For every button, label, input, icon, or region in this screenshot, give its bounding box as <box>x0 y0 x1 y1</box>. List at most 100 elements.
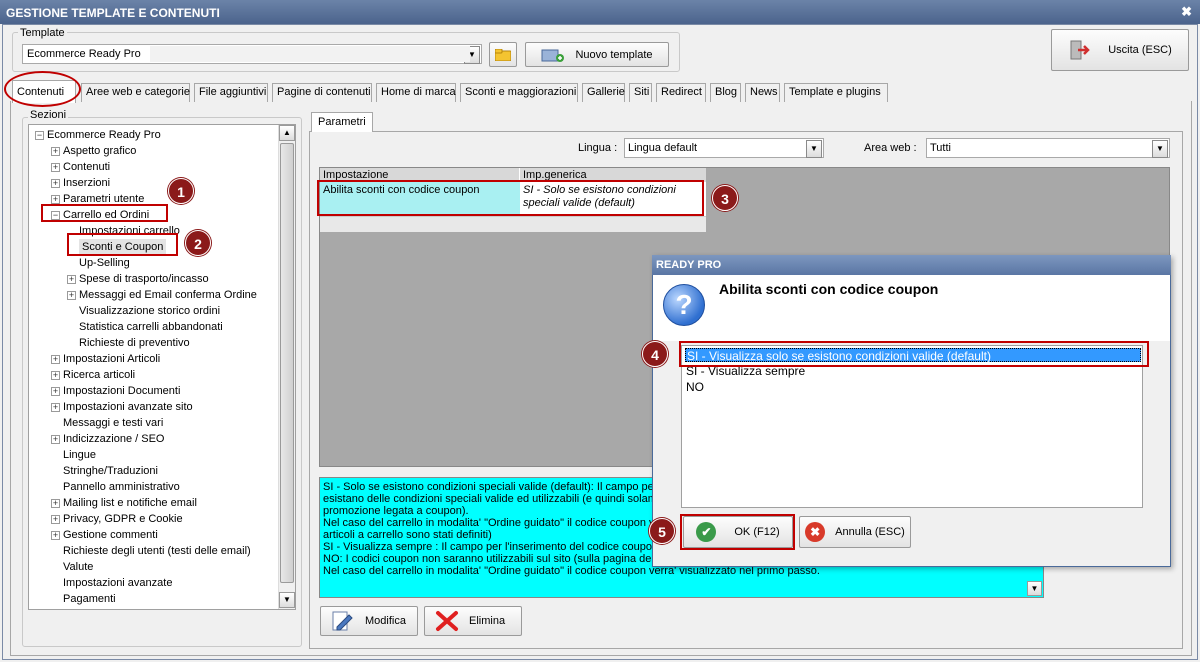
expand-icon[interactable]: + <box>51 515 60 524</box>
lingua-label: Lingua : <box>578 142 618 154</box>
tab-item[interactable]: Redirect <box>656 83 706 102</box>
dialog-heading: Abilita sconti con codice coupon <box>719 281 939 297</box>
tree-item[interactable]: Valute <box>63 559 93 575</box>
tree-item[interactable]: Statistica carrelli abbandonati <box>79 319 223 335</box>
tab-item[interactable]: Home di marca <box>376 83 456 102</box>
scroll-thumb[interactable] <box>280 143 294 583</box>
open-folder-button[interactable] <box>489 42 517 67</box>
scroll-up-icon[interactable]: ▲ <box>279 125 295 141</box>
scroll-down-icon[interactable]: ▼ <box>279 592 295 608</box>
expand-icon[interactable]: + <box>51 371 60 380</box>
elimina-button[interactable]: Elimina <box>424 606 522 636</box>
sections-legend: Sezioni <box>28 109 69 121</box>
tab-item[interactable]: Pagine di contenuti <box>272 83 372 102</box>
tree-item[interactable]: Impostazioni avanzate <box>63 575 172 591</box>
tree-item[interactable]: Ricerca articoli <box>63 367 135 383</box>
tree-item[interactable]: Messaggi ed Email conferma Ordine <box>79 287 257 303</box>
template-legend: Template <box>18 27 67 39</box>
annotation-ellipse-contenuti <box>4 71 81 107</box>
step-badge: 3 <box>712 185 738 211</box>
tree-item[interactable]: Richieste degli utenti (testi delle emai… <box>63 543 251 559</box>
tree-item[interactable]: Impostazioni avanzate sito <box>63 399 193 415</box>
grid-empty-cell <box>320 216 520 232</box>
add-template-icon <box>541 49 565 62</box>
tree-item[interactable]: Aspetto grafico <box>63 143 136 159</box>
expand-icon[interactable]: + <box>51 499 60 508</box>
exit-door-icon <box>1070 40 1090 60</box>
tree-scrollbar[interactable]: ▲ ▼ <box>278 125 295 609</box>
exit-button[interactable]: Uscita (ESC) <box>1051 29 1189 71</box>
tree-item[interactable]: Stringhe/Traduzioni <box>63 463 158 479</box>
tree-item[interactable]: Ecommerce Ready Pro <box>47 127 161 143</box>
options-list[interactable]: SI - Visualizza solo se esistono condizi… <box>681 345 1143 508</box>
question-icon: ? <box>663 284 705 326</box>
option-item[interactable]: NO <box>685 380 1141 394</box>
scroll-down-icon[interactable]: ▼ <box>1027 581 1042 596</box>
tab-item[interactable]: Sconti e maggiorazioni <box>460 83 578 102</box>
cancel-button[interactable]: ✖ Annulla (ESC) <box>799 516 911 548</box>
expand-icon[interactable]: + <box>51 179 60 188</box>
expand-icon[interactable]: + <box>51 435 60 444</box>
area-web-label: Area web : <box>864 142 917 154</box>
expand-icon[interactable]: + <box>51 403 60 412</box>
tree-item[interactable]: Impostazioni Articoli <box>63 351 160 367</box>
window-title: GESTIONE TEMPLATE E CONTENUTI <box>0 0 1200 24</box>
tab-item[interactable]: Gallerie <box>582 83 625 102</box>
tree-item[interactable]: Spese di trasporto/incasso <box>79 271 209 287</box>
annotation-box-ok <box>680 514 795 550</box>
expand-icon[interactable]: + <box>51 147 60 156</box>
expand-icon[interactable]: + <box>51 387 60 396</box>
expand-icon[interactable]: + <box>51 355 60 364</box>
blurred-region <box>150 46 470 62</box>
tab-item[interactable]: File aggiuntivi <box>194 83 268 102</box>
annotation-box-sconti <box>67 233 178 256</box>
expand-icon[interactable]: + <box>67 291 76 300</box>
tab-item[interactable]: Blog <box>710 83 741 102</box>
tab-item[interactable]: News <box>745 83 780 102</box>
tree-item[interactable]: Pagamenti <box>63 591 116 607</box>
template-select-value: Ecommerce Ready Pro <box>27 48 141 60</box>
step-badge: 2 <box>185 230 211 256</box>
modifica-button[interactable]: Modifica <box>320 606 418 636</box>
tree-item[interactable]: Gestione commenti <box>63 527 158 543</box>
exit-label: Uscita (ESC) <box>1108 44 1172 56</box>
grid-empty-cell <box>520 216 706 232</box>
chevron-down-icon[interactable]: ▼ <box>806 140 822 158</box>
tab-item[interactable]: Template e plugins <box>784 83 888 102</box>
tree-item[interactable]: Up-Selling <box>79 255 130 271</box>
tree-item[interactable]: Lingue <box>63 447 96 463</box>
edit-icon <box>332 611 353 631</box>
new-template-button[interactable]: Nuovo template <box>525 42 669 67</box>
expand-icon[interactable]: + <box>51 163 60 172</box>
tree-item[interactable]: Richieste di preventivo <box>79 335 190 351</box>
tree-item[interactable]: Mailing list e notifiche email <box>63 495 197 511</box>
tab-parametri[interactable]: Parametri <box>311 112 373 132</box>
lingua-select[interactable]: Lingua default ▼ <box>624 138 824 158</box>
tree-item[interactable]: Indicizzazione / SEO <box>63 431 165 447</box>
tab-item[interactable]: Siti <box>629 83 652 102</box>
expand-icon[interactable]: + <box>51 531 60 540</box>
area-web-select[interactable]: Tutti ▼ <box>926 138 1170 158</box>
chevron-down-icon[interactable]: ▼ <box>1152 140 1168 158</box>
folder-icon <box>495 48 511 61</box>
expand-icon[interactable]: + <box>51 195 60 204</box>
tab-item[interactable]: Aree web e categorie <box>81 83 190 102</box>
dialog-title: READY PRO <box>652 255 1171 275</box>
sections-tree[interactable]: − Ecommerce Ready Pro + Aspetto grafico + Con… <box>28 124 296 610</box>
new-template-label: Nuovo template <box>575 48 653 61</box>
tree-item[interactable]: Pannello amministrativo <box>63 479 180 495</box>
annotation-box-setting-row <box>317 180 704 216</box>
area-web-value: Tutti <box>930 142 951 154</box>
expand-icon[interactable]: + <box>67 275 76 284</box>
close-icon[interactable]: ✖ <box>1181 4 1192 20</box>
tree-item[interactable]: Visualizzazione storico ordini <box>79 303 220 319</box>
tree-item[interactable]: Impostazioni Documenti <box>63 383 180 399</box>
tree-item[interactable]: Contenuti <box>63 159 110 175</box>
tree-item[interactable]: Messaggi e testi vari <box>63 415 163 431</box>
step-badge: 5 <box>649 518 675 544</box>
annotation-box-carrello <box>41 204 168 222</box>
tree-item[interactable]: Inserzioni <box>63 175 110 191</box>
collapse-icon[interactable]: − <box>35 131 44 140</box>
delete-x-icon <box>436 611 458 631</box>
tree-item[interactable]: Privacy, GDPR e Cookie <box>63 511 183 527</box>
